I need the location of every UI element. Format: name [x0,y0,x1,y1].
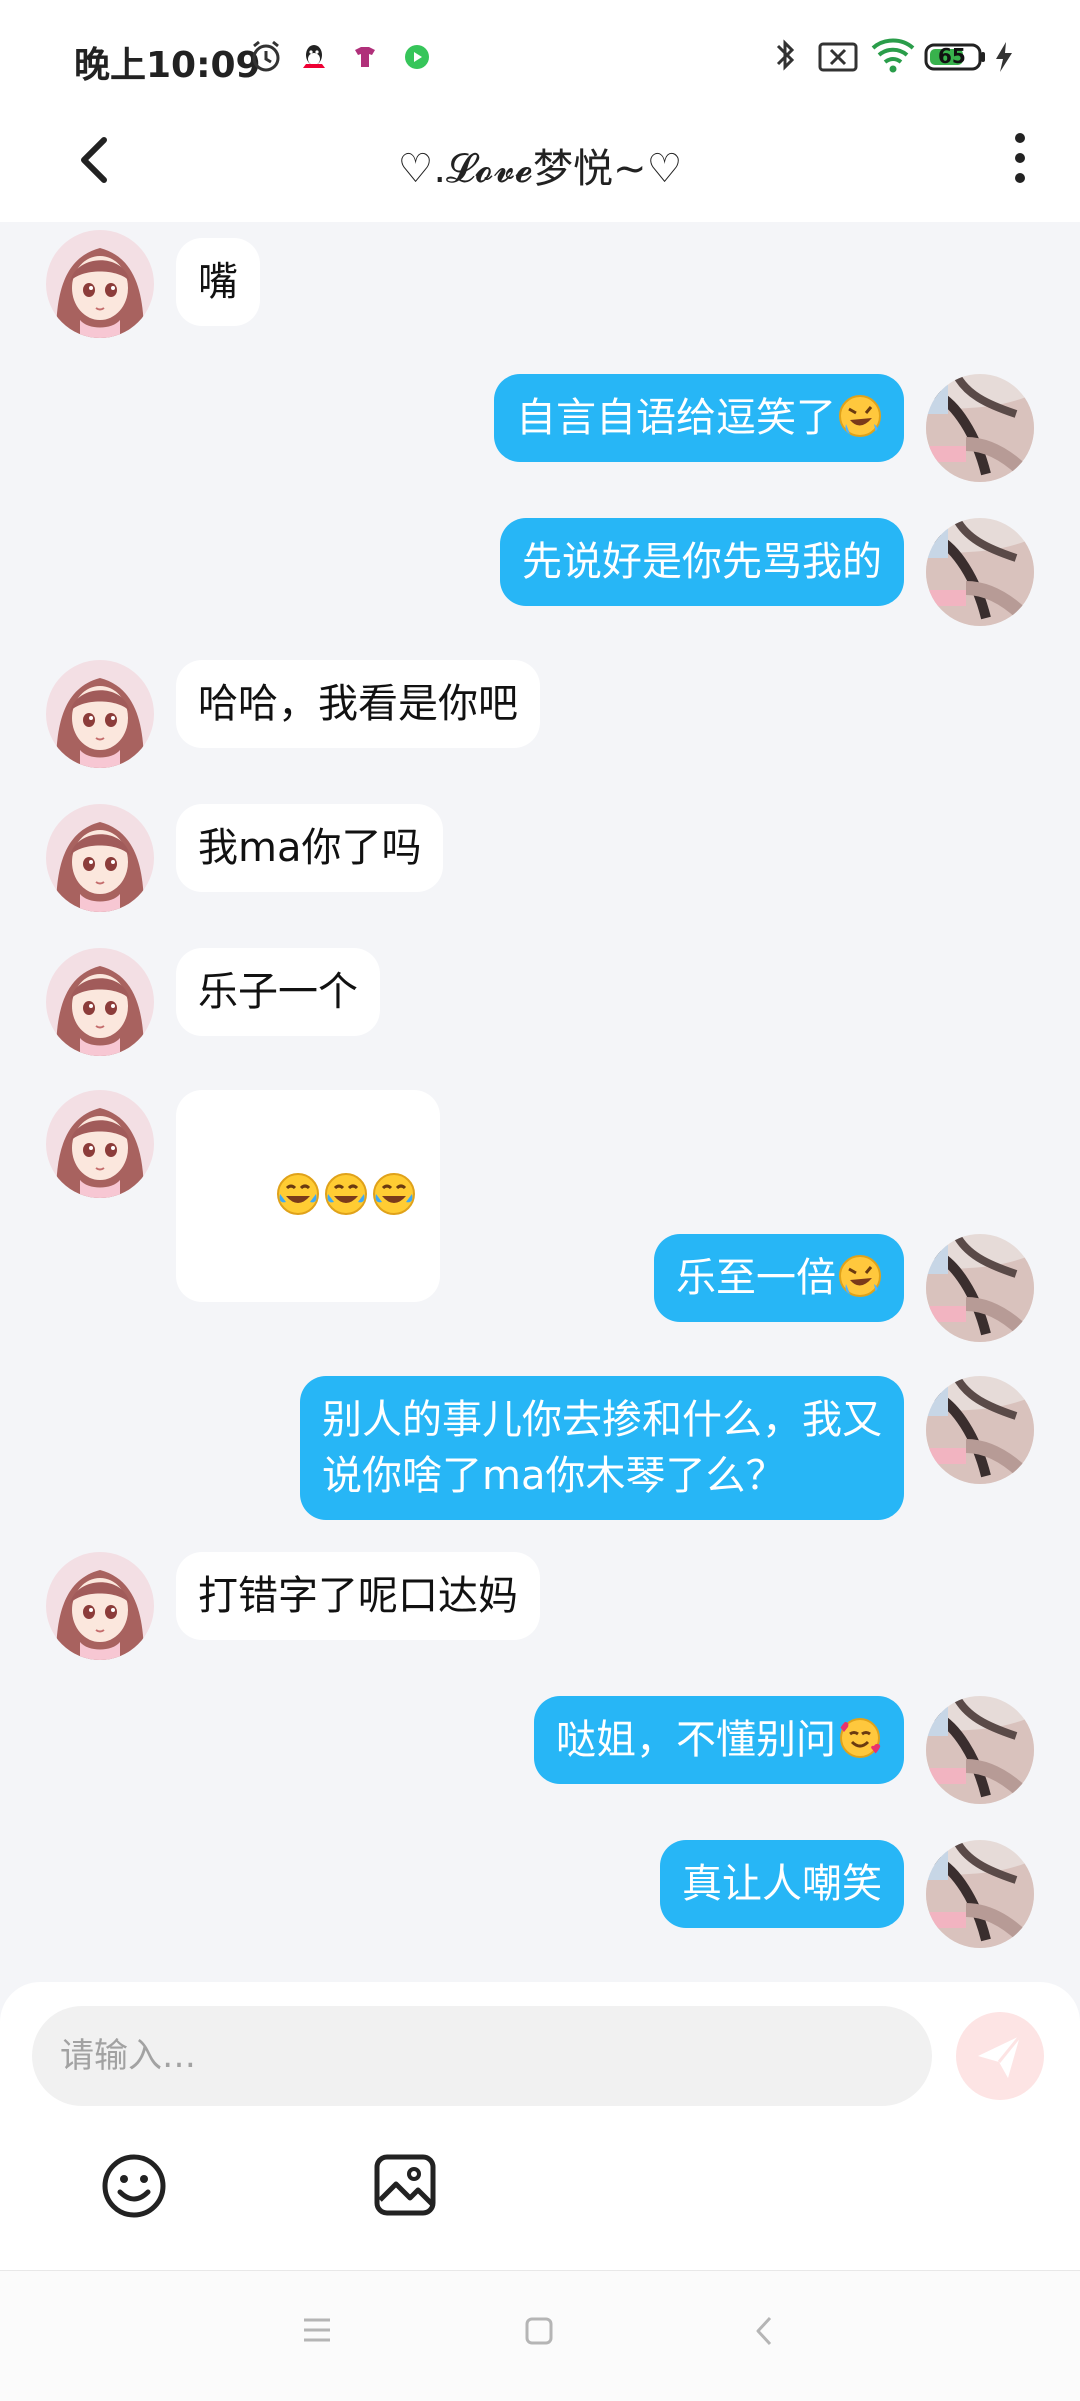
send-button[interactable] [956,2012,1044,2100]
more-vertical-icon[interactable] [1004,128,1036,188]
sim-off-icon [818,42,858,76]
home-icon[interactable] [524,2316,554,2346]
smiling-hearts-emoji [838,1716,882,1760]
recent-apps-icon[interactable] [302,2316,332,2344]
contact-avatar[interactable] [46,230,154,338]
message-bubble[interactable]: 哒姐，不懂别问 [534,1696,904,1784]
app-play-icon [404,44,430,74]
self-avatar[interactable] [926,1840,1034,1948]
self-avatar[interactable] [926,518,1034,626]
self-avatar[interactable] [926,1376,1034,1484]
qq-icon [300,42,328,76]
message-row: 打错字了呢口达妈 [0,1552,1080,1662]
message-row: 哈哈，我看是你吧 [0,660,1080,770]
message-bubble[interactable]: 嘴 [176,238,260,326]
contact-avatar[interactable] [46,660,154,768]
message-row: 先说好是你先骂我的 [0,518,1080,628]
charging-icon [992,40,1014,78]
message-row: 乐至一倍 [0,1234,1080,1344]
contact-avatar[interactable] [46,948,154,1056]
emoji-icon[interactable] [100,2152,168,2220]
status-bar: 晚上10:09 65 [0,0,1080,110]
message-row: 真让人嘲笑 [0,1840,1080,1950]
message-input[interactable] [32,2006,932,2106]
message-row [0,1090,1080,1302]
self-avatar[interactable] [926,1234,1034,1342]
message-bubble[interactable]: 自言自语给逗笑了 [494,374,904,462]
chat-title: ♡.𝓛𝓸𝓿𝓮梦悦~♡ [397,146,683,192]
laugh-cry-emoji [372,1172,416,1216]
rofl-emoji [838,1254,882,1298]
battery-level: 65 [938,44,966,68]
rofl-emoji [838,394,882,438]
status-time: 晚上10:09 [74,45,261,86]
message-bubble[interactable]: 我ma你了吗 [176,804,444,892]
laugh-cry-emoji [276,1172,320,1216]
message-row: 乐子一个 [0,948,1080,1058]
message-row: 我ma你了吗 [0,804,1080,914]
message-bubble[interactable]: 先说好是你先骂我的 [500,518,904,606]
self-avatar[interactable] [926,1696,1034,1804]
message-row: 别人的事儿你去掺和什么，我又 说你啥了ma你木琴了么？ [0,1376,1080,1526]
alarm-icon [248,38,284,78]
send-icon [978,2035,1022,2078]
message-bubble[interactable]: 哈哈，我看是你吧 [176,660,540,748]
contact-avatar[interactable] [46,1090,154,1198]
contact-avatar[interactable] [46,1552,154,1660]
contact-avatar[interactable] [46,804,154,912]
message-bubble[interactable]: 乐子一个 [176,948,380,1036]
message-row: 自言自语给逗笑了 [0,374,1080,484]
message-list[interactable]: 嘴 自言自语给逗笑了 先说好是你先骂我的 哈哈，我看是你吧 我ma你了吗 乐子一… [0,222,1080,1982]
message-row: 嘴 [0,230,1080,340]
message-bubble[interactable]: 真让人嘲笑 [660,1840,904,1928]
bluetooth-icon [770,36,800,78]
message-row: 哒姐，不懂别问 [0,1696,1080,1806]
message-bubble[interactable]: 打错字了呢口达妈 [176,1552,540,1640]
laugh-cry-emoji [324,1172,368,1216]
message-bubble[interactable]: 别人的事儿你去掺和什么，我又 说你啥了ma你木琴了么？ [300,1376,904,1520]
back-icon[interactable] [752,2314,776,2348]
wifi-icon [870,36,916,80]
self-avatar[interactable] [926,374,1034,482]
message-bubble[interactable]: 乐至一倍 [654,1234,904,1322]
app-shirt-icon [352,46,378,72]
image-icon[interactable] [372,2152,438,2218]
